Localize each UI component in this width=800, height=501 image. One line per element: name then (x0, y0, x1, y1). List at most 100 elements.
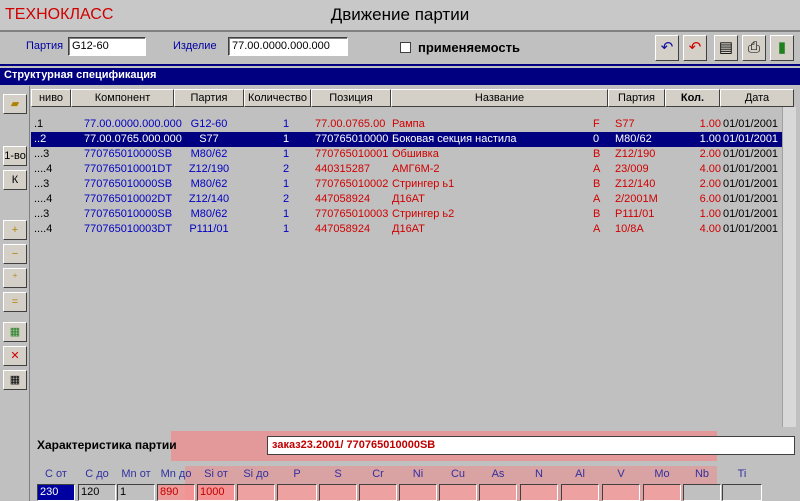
characteristics-bar: Характеристика партии заказ23.2001/ 7707… (31, 430, 795, 461)
title-bar: ТЕХНОКЛАСС Движение партии (0, 0, 800, 32)
remove-level-icon: = (11, 296, 19, 308)
comp-header: As (491, 468, 505, 480)
cell-party: P111/01 (189, 223, 229, 235)
comp-value[interactable]: 120 (78, 484, 116, 501)
characteristics-value[interactable]: заказ23.2001/ 770765010000SB (267, 436, 795, 455)
comp-header: S (334, 468, 342, 480)
item-input[interactable]: 77.00.0000.000.000 (228, 37, 348, 56)
table-row[interactable]: ..2 77.00.0765.000.000 S77 1 770765010000 Бок… (31, 132, 794, 147)
cell-party2: 2/2001M (615, 193, 658, 205)
comp-value[interactable] (319, 484, 357, 501)
applicability-label: применяемость (418, 40, 520, 55)
vertical-scrollbar[interactable] (782, 107, 796, 427)
table-row[interactable]: ....4 770765010003DT P111/01 1 447058924 Д16А… (31, 222, 794, 237)
comp-value[interactable] (359, 484, 397, 501)
cell-party2: 23/009 (615, 163, 649, 175)
document-button[interactable]: ▤ (714, 35, 738, 61)
col-header-kol[interactable]: Кол. (665, 89, 720, 107)
table-row[interactable]: ...3 770765010000SB M80/62 1 770765010002 Стр… (31, 177, 794, 192)
cell-party2: S77 (615, 118, 635, 130)
comp-value[interactable] (439, 484, 477, 501)
table-row[interactable]: ....4 770765010002DT Z12/140 2 447058924 Д16А… (31, 192, 794, 207)
delete-doc-icon: ✕ (10, 350, 20, 362)
cell-level: ..2 (34, 133, 47, 145)
comp-header: Ni (412, 468, 424, 480)
comp-value[interactable]: 890 (157, 484, 195, 501)
cell-code: B (593, 208, 601, 220)
table-row[interactable]: .1 77.00.0000.000.000 G12-60 1 77.00.0765.00… (31, 117, 794, 132)
add-level-button[interactable]: ⁺ (3, 268, 27, 288)
col-header-position[interactable]: Позиция (311, 89, 391, 107)
comp-value[interactable] (722, 484, 762, 501)
comp-value[interactable] (237, 484, 275, 501)
remove-icon: − (11, 248, 19, 260)
cell-position: 770765010002 (315, 178, 389, 190)
comp-value[interactable] (399, 484, 437, 501)
exit-button[interactable]: ▮ (770, 35, 794, 61)
comp-value[interactable] (643, 484, 681, 501)
grid-header: ниво Компонент Партия Количество Позиция… (31, 89, 794, 107)
undo-button[interactable]: ↶ (655, 35, 679, 61)
edit-doc-button[interactable]: ▦ (3, 370, 27, 390)
add-level-icon: ⁺ (12, 272, 18, 284)
comp-value[interactable]: 1 (117, 484, 155, 501)
cell-level: ....4 (34, 223, 53, 235)
cell-party: M80/62 (190, 178, 228, 190)
cell-qty: 1 (283, 118, 290, 130)
grid-body: .1 77.00.0000.000.000 G12-60 1 77.00.0765.00… (31, 117, 794, 237)
level-one-button[interactable]: 1-во (3, 146, 27, 166)
comp-header: Mn до (160, 468, 192, 480)
add-icon: + (11, 224, 19, 236)
open-folder-button[interactable]: ▰ (3, 94, 27, 114)
cell-component: 770765010000SB (84, 148, 173, 160)
comp-value[interactable] (561, 484, 599, 501)
comp-value[interactable]: 230 (37, 484, 75, 501)
delete-doc-button[interactable]: ✕ (3, 346, 27, 366)
applicability-checkbox[interactable] (400, 42, 411, 53)
spec-grid: ниво Компонент Партия Количество Позиция… (31, 89, 794, 237)
print-button[interactable]: ⎙ (742, 35, 766, 61)
remove-level-button[interactable]: = (3, 292, 27, 312)
col-header-component[interactable]: Компонент (71, 89, 174, 107)
filter-bar: Партия G12-60 Изделие 77.00.0000.000.000… (0, 32, 800, 66)
cell-qty: 2 (283, 193, 290, 205)
cell-party: Z12/190 (188, 163, 230, 175)
new-doc-button[interactable]: ▦ (3, 322, 27, 342)
table-row[interactable]: ....4 770765010001DT Z12/190 2 440315287 АМГ6… (31, 162, 794, 177)
new-doc-icon: ▦ (9, 326, 21, 338)
comp-value[interactable] (277, 484, 317, 501)
cell-name: Боковая секция настила (392, 133, 517, 145)
add-button[interactable]: + (3, 220, 27, 240)
col-header-party[interactable]: Партия (174, 89, 244, 107)
cell-position: 447058924 (315, 193, 371, 205)
cell-position: 770765010000 (315, 133, 389, 145)
document-icon: ▤ (718, 39, 734, 56)
cell-level: ...3 (34, 208, 50, 220)
cell-name: Рампа (392, 118, 425, 130)
cell-kol: 6.00 (699, 193, 721, 205)
comp-header: Si до (243, 468, 269, 480)
exit-door-icon: ▮ (777, 39, 787, 56)
comp-value[interactable] (683, 484, 721, 501)
col-header-date[interactable]: Дата (720, 89, 794, 107)
comp-value[interactable] (520, 484, 558, 501)
cell-code: F (593, 118, 600, 130)
cell-party2: M80/62 (615, 133, 652, 145)
comp-value[interactable] (479, 484, 517, 501)
table-row[interactable]: ...3 770765010000SB M80/62 1 770765010003 Стр… (31, 207, 794, 222)
open-folder-icon: ▰ (10, 98, 20, 110)
cell-party: M80/62 (190, 148, 228, 160)
cell-kol: 1.00 (699, 118, 721, 130)
comp-value[interactable] (602, 484, 640, 501)
cell-party2: 10/8A (615, 223, 644, 235)
comp-value[interactable]: 1000 (197, 484, 235, 501)
remove-button[interactable]: − (3, 244, 27, 264)
party-input[interactable]: G12-60 (68, 37, 146, 56)
table-row[interactable]: ...3 770765010000SB M80/62 1 770765010001 Обш… (31, 147, 794, 162)
k-button[interactable]: К (3, 170, 27, 190)
col-header-qty[interactable]: Количество (244, 89, 311, 107)
col-header-party2[interactable]: Партия (608, 89, 665, 107)
col-header-name[interactable]: Название (391, 89, 608, 107)
undo-red-button[interactable]: ↶ (683, 35, 707, 61)
col-header-level[interactable]: ниво (31, 89, 71, 107)
